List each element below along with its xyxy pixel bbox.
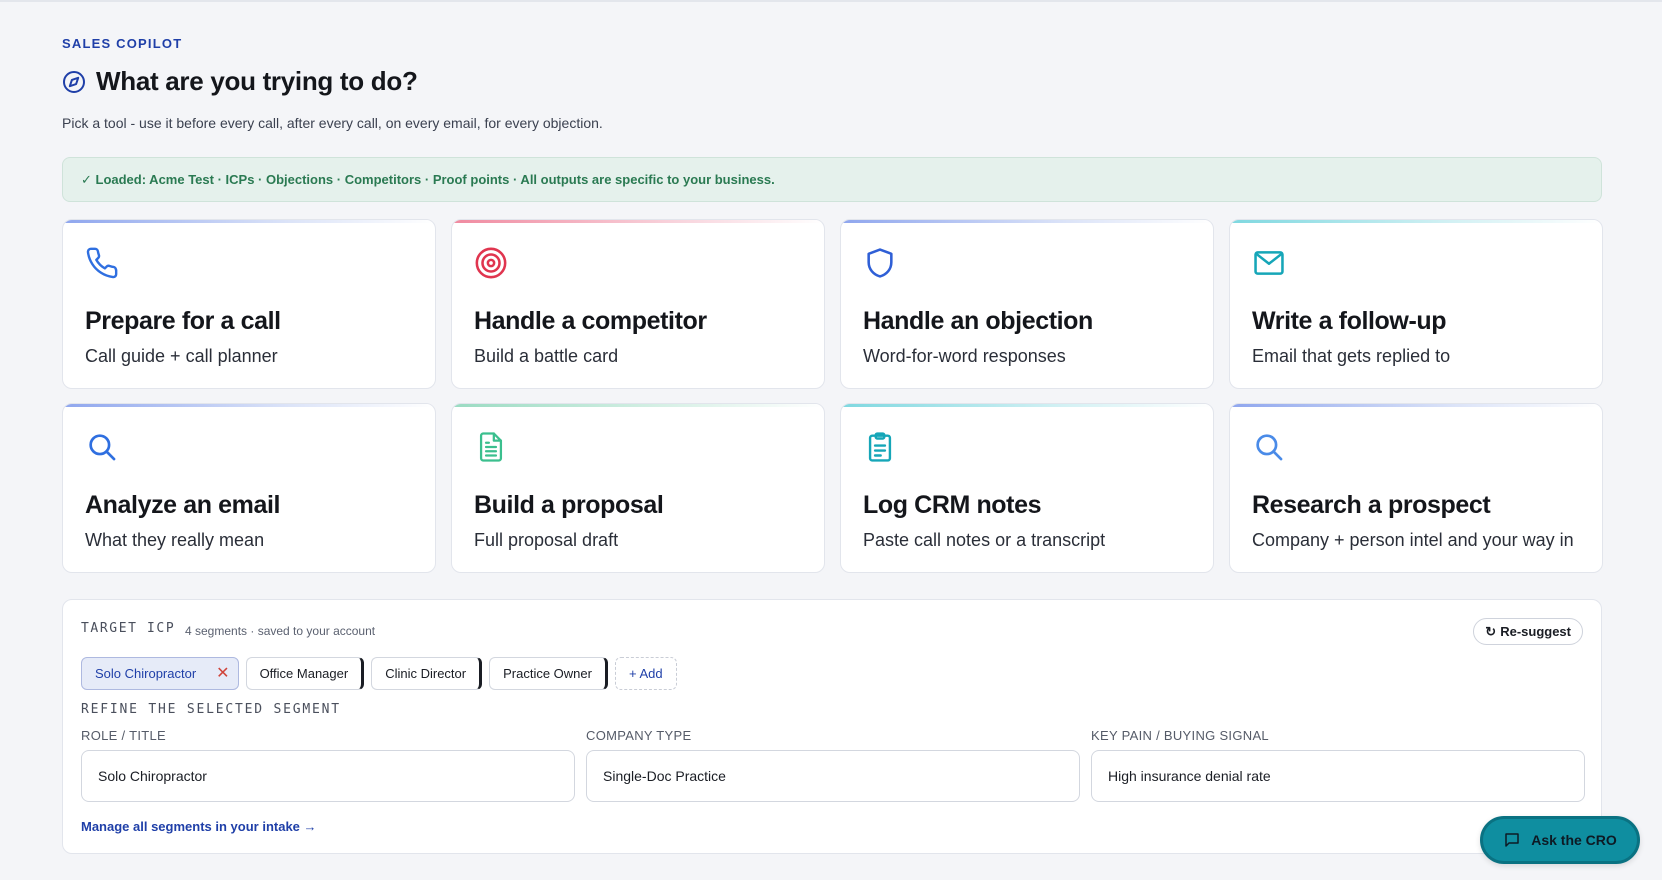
search-icon — [1256, 434, 1283, 461]
segment-chip-label: Practice Owner — [503, 666, 592, 681]
refine-segment-label: REFINE THE SELECTED SEGMENT — [81, 702, 341, 717]
tool-card-analyze-email[interactable]: Analyze an email What they really mean — [62, 403, 436, 573]
re-suggest-label: Re-suggest — [1500, 624, 1571, 639]
tool-grid: Prepare for a call Call guide + call pla… — [62, 219, 1603, 573]
tool-card-write-follow-up[interactable]: Write a follow-up Email that gets replie… — [1229, 219, 1603, 389]
top-divider — [0, 0, 1662, 2]
tool-card-subtitle: Build a battle card — [474, 346, 619, 366]
tool-card-title: Build a proposal — [474, 491, 664, 519]
key-pain-label: KEY PAIN / BUYING SIGNAL — [1091, 728, 1269, 743]
page-title-row: What are you trying to do? — [62, 66, 418, 97]
manage-segments-link[interactable]: Manage all segments in your intake → — [81, 819, 317, 834]
remove-segment-icon[interactable]: ✕ — [216, 665, 229, 682]
company-type-input[interactable] — [586, 750, 1080, 802]
key-pain-input[interactable] — [1091, 750, 1585, 802]
role-title-label: ROLE / TITLE — [81, 728, 166, 743]
search-icon — [89, 434, 116, 461]
card-accent — [1230, 404, 1602, 407]
segment-chips: Solo Chiropractor ✕ Office Manager Clini… — [81, 657, 677, 690]
phone-icon — [86, 247, 118, 279]
card-accent — [63, 220, 435, 223]
refresh-icon: ↻ — [1485, 623, 1497, 639]
tool-card-title: Research a prospect — [1252, 491, 1491, 519]
segment-chip-solo-chiropractor[interactable]: Solo Chiropractor ✕ — [81, 657, 239, 690]
page-title: What are you trying to do? — [96, 66, 418, 96]
card-accent — [452, 404, 824, 407]
tool-card-title: Handle an objection — [863, 307, 1093, 335]
segment-chip-clinic-director[interactable]: Clinic Director — [371, 657, 483, 690]
clipboard-icon — [868, 432, 892, 462]
company-type-label: COMPANY TYPE — [586, 728, 692, 743]
ask-the-cro-label: Ask the CRO — [1531, 832, 1617, 848]
card-accent — [841, 404, 1213, 407]
loaded-context-banner: ✓ Loaded: Acme Test · ICPs · Objections … — [62, 157, 1602, 202]
segment-chip-office-manager[interactable]: Office Manager — [245, 657, 365, 690]
key-pain-field-group: KEY PAIN / BUYING SIGNAL — [1091, 728, 1585, 802]
card-accent — [452, 220, 824, 223]
ask-the-cro-button[interactable]: Ask the CRO — [1480, 816, 1640, 864]
page-subtitle: Pick a tool - use it before every call, … — [62, 115, 603, 131]
card-accent — [63, 404, 435, 407]
segment-fields: ROLE / TITLE COMPANY TYPE KEY PAIN / BUY… — [81, 728, 1585, 802]
tool-card-subtitle: Word-for-word responses — [863, 346, 1066, 366]
tool-card-title: Handle a competitor — [474, 307, 707, 335]
re-suggest-button[interactable]: ↻ Re-suggest — [1473, 618, 1583, 645]
company-type-field-group: COMPANY TYPE — [586, 728, 1080, 802]
tool-card-research-prospect[interactable]: Research a prospect Company + person int… — [1229, 403, 1603, 573]
eyebrow-label: SALES COPILOT — [62, 36, 183, 51]
mail-icon — [1254, 251, 1284, 275]
segment-chip-practice-owner[interactable]: Practice Owner — [489, 657, 608, 690]
add-segment-button[interactable]: + Add — [614, 657, 677, 690]
target-icp-meta: 4 segments · saved to your account — [185, 624, 376, 638]
tool-card-handle-competitor[interactable]: Handle a competitor Build a battle card — [451, 219, 825, 389]
tool-card-subtitle: Company + person intel and your way in — [1252, 530, 1574, 550]
tool-card-title: Prepare for a call — [85, 307, 281, 335]
tool-card-subtitle: Full proposal draft — [474, 530, 619, 550]
card-accent — [841, 220, 1213, 223]
tool-card-subtitle: What they really mean — [85, 530, 265, 550]
chat-icon — [1505, 833, 1519, 847]
target-icp-panel: TARGET ICP 4 segments · saved to your ac… — [62, 599, 1602, 854]
segment-chip-label: Solo Chiropractor — [95, 666, 197, 681]
segment-chip-label: Office Manager — [259, 666, 349, 681]
tool-card-build-proposal[interactable]: Build a proposal Full proposal draft — [451, 403, 825, 573]
card-accent — [1230, 220, 1602, 223]
tool-card-title: Analyze an email — [85, 491, 281, 519]
role-title-field-group: ROLE / TITLE — [81, 728, 575, 802]
compass-icon — [63, 70, 85, 93]
segment-chip-label: Clinic Director — [385, 666, 467, 681]
target-icp-label: TARGET ICP — [81, 621, 176, 636]
target-icon — [475, 247, 507, 279]
tool-card-title: Write a follow-up — [1252, 307, 1447, 335]
document-icon — [479, 432, 503, 462]
shield-icon — [867, 248, 893, 278]
tool-card-subtitle: Email that gets replied to — [1252, 346, 1451, 366]
tool-card-handle-objection[interactable]: Handle an objection Word-for-word respon… — [840, 219, 1214, 389]
tool-card-prepare-call[interactable]: Prepare for a call Call guide + call pla… — [62, 219, 436, 389]
role-title-input[interactable] — [81, 750, 575, 802]
tool-card-title: Log CRM notes — [863, 491, 1042, 519]
tool-card-subtitle: Paste call notes or a transcript — [863, 530, 1106, 550]
tool-card-subtitle: Call guide + call planner — [85, 346, 278, 366]
tool-card-log-crm-notes[interactable]: Log CRM notes Paste call notes or a tran… — [840, 403, 1214, 573]
